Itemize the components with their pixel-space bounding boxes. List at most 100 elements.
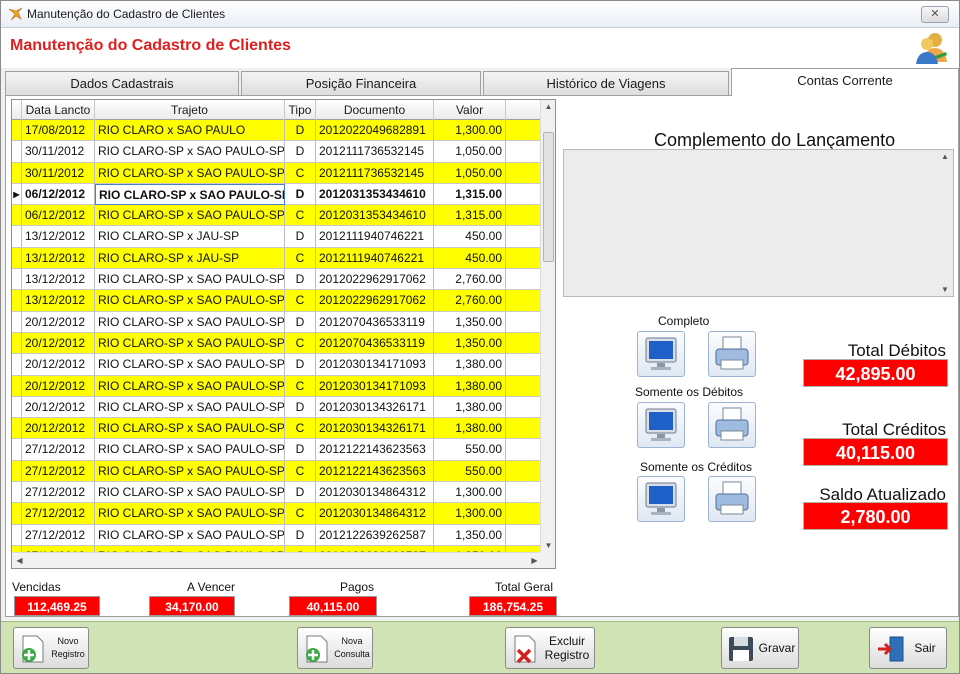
table-row[interactable]: 20/12/2012 RIO CLARO-SP x SAO PAULO-SP D 20… bbox=[12, 311, 542, 333]
row-indicator bbox=[12, 205, 22, 227]
scroll-down-icon[interactable]: ▼ bbox=[541, 539, 555, 553]
col-header-documento[interactable]: Documento bbox=[316, 100, 434, 120]
table-row[interactable]: 20/12/2012 RIO CLARO-SP x SAO PAULO-SP C 20… bbox=[12, 418, 542, 440]
cell-data: 27/12/2012 bbox=[22, 524, 95, 546]
table-row[interactable]: 27/12/2012RIO CLARO-SP x SAO PAULO-SPC20… bbox=[12, 503, 542, 525]
cell-documento: 2012022049682891 bbox=[316, 120, 434, 141]
cell-data: 13/12/2012 bbox=[22, 226, 95, 248]
cell-data: 27/12/2012 bbox=[22, 439, 95, 461]
table-row[interactable]: 20/12/2012 RIO CLARO-SP x SAO PAULO-SP D 20… bbox=[12, 396, 542, 419]
debitos-print-button[interactable] bbox=[708, 402, 756, 448]
nova-consulta-button[interactable]: Nova Consulta bbox=[297, 627, 373, 669]
title-bar: Manutenção do Cadastro de Clientes ✕ bbox=[1, 1, 959, 28]
scroll-down-icon[interactable]: ▼ bbox=[937, 285, 953, 294]
cell-documento: 2012122639262587 bbox=[316, 524, 434, 546]
cell-tipo: D bbox=[285, 183, 316, 205]
row-indicator bbox=[12, 418, 22, 440]
cell-valor: 1,315.00 bbox=[434, 205, 506, 227]
cell-data: 06/12/2012 bbox=[22, 183, 95, 205]
contas-corrente-panel: Data Lancto Trajeto Tipo Documento Valor… bbox=[5, 95, 959, 617]
table-row[interactable]: 27/12/2012 RIO CLARO-SP x SAO PAULO-SP D 20… bbox=[12, 482, 542, 504]
table-row[interactable]: ▶ 06/12/2012 RIO CLARO-SP x SAO PAULO-SP D 2… bbox=[12, 183, 542, 206]
footer-toolbar: Novo Registro Nova Consulta Excluir Regi… bbox=[1, 621, 959, 673]
scroll-thumb[interactable] bbox=[543, 132, 554, 262]
total-geral-label: Total Geral bbox=[495, 580, 554, 594]
complemento-textarea[interactable]: ▲ ▼ bbox=[563, 149, 954, 297]
cell-valor: 2,760.00 bbox=[434, 269, 506, 291]
cell-documento: 2012030134171093 bbox=[316, 375, 434, 397]
creditos-print-button[interactable] bbox=[708, 476, 756, 522]
cell-valor: 1,050.00 bbox=[434, 162, 506, 184]
cell-documento: 2012111736532145 bbox=[316, 141, 434, 163]
table-row[interactable]: 20/12/2012 RIO CLARO-SP x SAO PAULO-SP D 20… bbox=[12, 354, 542, 376]
tab-posicao-financeira[interactable]: Posição Financeira bbox=[241, 71, 481, 95]
nova-consulta-label-1: Nova bbox=[341, 636, 363, 646]
cell-documento: 2012111940746221 bbox=[316, 226, 434, 248]
total-creditos-label: Total Créditos bbox=[842, 420, 946, 439]
table-row[interactable]: 13/12/2012 RIO CLARO-SP x JAU-SP D 20121119… bbox=[12, 226, 542, 248]
row-indicator bbox=[12, 503, 22, 525]
row-indicator bbox=[12, 311, 22, 333]
cell-data: 30/11/2012 bbox=[22, 141, 95, 163]
novo-registro-button[interactable]: Novo Registro bbox=[13, 627, 89, 669]
table-row[interactable]: 27/12/2012RIO CLARO-SP x SAO PAULO-SPC20… bbox=[12, 460, 542, 483]
table-row[interactable]: 17/08/2012 RIO CLARO x SAO PAULO D 20120220… bbox=[12, 120, 542, 142]
table-row[interactable]: 20/12/2012 RIO CLARO-SP x SAO PAULO-SP C 20… bbox=[12, 375, 542, 397]
row-indicator bbox=[12, 162, 22, 184]
completo-screen-button[interactable] bbox=[637, 331, 685, 377]
cell-valor: 1,300.00 bbox=[434, 503, 506, 525]
cell-valor: 1,380.00 bbox=[434, 375, 506, 397]
gravar-label: Gravar bbox=[758, 641, 796, 655]
cell-documento: 2012111940746221 bbox=[316, 247, 434, 269]
gravar-button[interactable]: Gravar bbox=[721, 627, 799, 669]
cell-documento: 2012070436533119 bbox=[316, 332, 434, 354]
scroll-left-icon[interactable]: ◀ bbox=[12, 553, 27, 568]
cell-valor: 1,350.00 bbox=[434, 332, 506, 354]
lancamentos-grid[interactable]: Data Lancto Trajeto Tipo Documento Valor… bbox=[11, 99, 556, 569]
close-window-button[interactable]: ✕ bbox=[921, 6, 949, 23]
cell-tipo: D bbox=[285, 439, 316, 461]
table-row[interactable]: 27/12/2012 RIO CLARO-SP x SAO PAULO-SP D 20… bbox=[12, 439, 542, 461]
excluir-registro-label-1: Excluir bbox=[548, 634, 585, 648]
table-row[interactable]: 27/12/2012 RIO CLARO-SP x SAO PAULO-SP D 20… bbox=[12, 524, 542, 546]
cell-valor: 550.00 bbox=[434, 460, 506, 482]
cell-tipo: C bbox=[285, 375, 316, 397]
grid-header: Data Lancto Trajeto Tipo Documento Valor bbox=[12, 100, 542, 120]
tab-historico-viagens[interactable]: Histórico de Viagens bbox=[483, 71, 729, 95]
cell-tipo: C bbox=[285, 162, 316, 184]
row-indicator bbox=[12, 375, 22, 397]
table-row[interactable]: 13/12/2012 RIO CLARO-SP x SAO PAULO-SP D 20… bbox=[12, 269, 542, 291]
sair-button[interactable]: Sair bbox=[869, 627, 947, 669]
scroll-up-icon[interactable]: ▲ bbox=[937, 152, 953, 161]
report-debitos-label: Somente os Débitos bbox=[635, 385, 744, 399]
table-row[interactable]: 06/12/2012 RIO CLARO-SP x SAO PAULO-SP C 20… bbox=[12, 205, 542, 227]
total-debitos-value: 42,895.00 bbox=[803, 359, 948, 387]
col-header-valor[interactable]: Valor bbox=[434, 100, 506, 120]
col-header-tipo[interactable]: Tipo bbox=[285, 100, 316, 120]
table-row[interactable]: 20/12/2012 RIO CLARO-SP x SAO PAULO-SP C 20… bbox=[12, 332, 542, 355]
creditos-screen-button[interactable] bbox=[637, 476, 685, 522]
table-row[interactable]: 30/11/2012 RIO CLARO-SP x SAO PAULO-SP D 20… bbox=[12, 141, 542, 163]
table-row[interactable]: 13/12/2012 RIO CLARO-SP x SAO PAULO-SP C 20… bbox=[12, 290, 542, 312]
grid-vertical-scrollbar[interactable]: ▲ ▼ bbox=[540, 100, 555, 553]
debitos-screen-button[interactable] bbox=[637, 402, 685, 448]
floppy-disk-icon bbox=[729, 637, 753, 661]
completo-print-button[interactable] bbox=[708, 331, 756, 377]
cell-tipo: D bbox=[285, 524, 316, 546]
printer-icon bbox=[715, 481, 749, 515]
excluir-registro-button[interactable]: Excluir Registro bbox=[505, 627, 595, 669]
window-title: Manutenção do Cadastro de Clientes bbox=[27, 7, 226, 21]
table-row[interactable]: 30/11/2012 RIO CLARO-SP x SAO PAULO-SP C 20… bbox=[12, 162, 542, 184]
scroll-up-icon[interactable]: ▲ bbox=[541, 100, 555, 114]
page-header: Manutenção do Cadastro de Clientes bbox=[1, 28, 959, 68]
complemento-scrollbar[interactable]: ▲ ▼ bbox=[937, 150, 953, 296]
tab-dados-cadastrais[interactable]: Dados Cadastrais bbox=[5, 71, 239, 95]
col-header-data[interactable]: Data Lancto bbox=[22, 100, 95, 120]
row-indicator bbox=[12, 141, 22, 163]
cell-trajeto: RIO CLARO-SP x JAU-SP bbox=[95, 226, 285, 248]
grid-horizontal-scrollbar[interactable]: ◀ ▶ bbox=[12, 552, 542, 568]
tab-contas-corrente[interactable]: Contas Corrente bbox=[731, 68, 959, 96]
total-debitos-label: Total Débitos bbox=[847, 341, 946, 360]
col-header-trajeto[interactable]: Trajeto bbox=[95, 100, 285, 120]
table-row[interactable]: 13/12/2012 RIO CLARO-SP x JAU-SP C 20121119… bbox=[12, 247, 542, 270]
